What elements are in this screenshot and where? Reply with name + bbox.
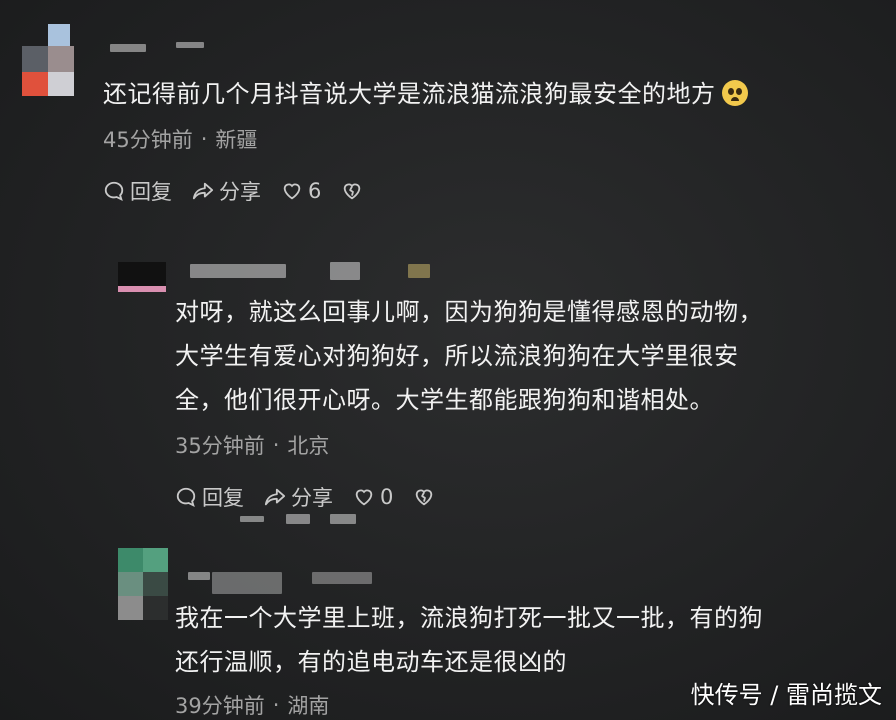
- share-arrow-icon: [264, 488, 286, 506]
- dislike-button[interactable]: [341, 180, 368, 202]
- meta-separator: ·: [272, 693, 280, 717]
- blur-artifact: [286, 514, 310, 524]
- avatar[interactable]: [22, 24, 80, 96]
- username-blurred: [190, 264, 286, 278]
- grimacing-face-icon: [721, 80, 748, 106]
- username-blurred: [110, 44, 146, 52]
- username-blurred: [330, 262, 360, 280]
- like-button[interactable]: 6: [281, 179, 321, 203]
- comment-location: 新疆: [215, 128, 258, 152]
- username-blurred: [176, 42, 204, 48]
- comment-location: 北京: [287, 434, 330, 458]
- avatar[interactable]: [118, 262, 166, 292]
- username-blurred: [408, 264, 430, 278]
- share-button[interactable]: 分享: [264, 482, 333, 512]
- username-blurred: [312, 572, 372, 584]
- username-blurred: [188, 572, 210, 580]
- username-blurred: [212, 572, 282, 594]
- comment-text: 还记得前几个月抖音说大学是流浪猫流浪狗最安全的地方: [103, 72, 863, 116]
- comment-time: 39分钟前: [175, 694, 265, 718]
- like-count: 6: [308, 179, 322, 203]
- comment-actions: 回复 分享 0: [175, 482, 460, 512]
- comment-bubble-icon: [176, 487, 196, 507]
- comment-meta: 39分钟前 · 湖南: [175, 690, 329, 720]
- comment-actions: 回复 分享 6: [103, 176, 388, 206]
- broken-heart-icon: [344, 183, 361, 200]
- share-button[interactable]: 分享: [192, 176, 261, 206]
- meta-separator: ·: [272, 433, 280, 457]
- comment-location: 湖南: [287, 694, 330, 718]
- meta-separator: ·: [200, 127, 208, 151]
- like-count: 0: [380, 485, 394, 509]
- blur-artifact: [330, 514, 356, 524]
- comment-meta: 35分钟前 · 北京: [175, 430, 329, 460]
- comment-bubble-icon: [104, 181, 124, 201]
- heart-icon: [283, 183, 301, 200]
- watermark: 快传号 / 雷尚揽文: [690, 681, 882, 709]
- heart-icon: [355, 489, 373, 506]
- comment-time: 45分钟前: [103, 128, 193, 152]
- comment-text: 对呀，就这么回事儿啊，因为狗狗是懂得感恩的动物， 大学生有爱心对狗狗好，所以流浪…: [175, 298, 763, 414]
- like-button[interactable]: 0: [353, 485, 393, 509]
- avatar[interactable]: [118, 548, 168, 620]
- dislike-button[interactable]: [413, 486, 440, 508]
- reply-button[interactable]: 回复: [103, 176, 172, 206]
- comment-time: 35分钟前: [175, 434, 265, 458]
- blur-artifact: [240, 516, 264, 522]
- share-arrow-icon: [192, 182, 214, 200]
- comment-meta: 45分钟前 · 新疆: [103, 124, 257, 154]
- comment-text: 我在一个大学里上班，流浪狗打死一批又一批，有的狗 还行温顺，有的追电动车还是很凶…: [175, 604, 763, 676]
- reply-button[interactable]: 回复: [175, 482, 244, 512]
- broken-heart-icon: [416, 489, 433, 506]
